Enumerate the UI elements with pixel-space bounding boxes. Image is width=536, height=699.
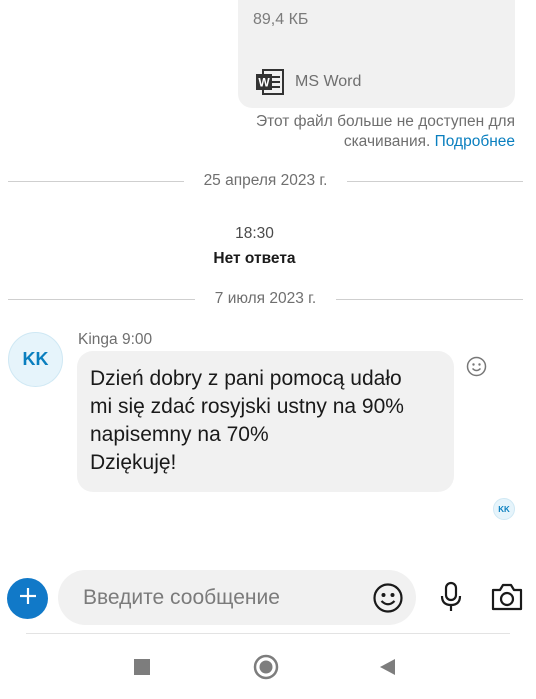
add-button[interactable] — [7, 578, 48, 619]
date-label: 7 июля 2023 г. — [214, 290, 317, 307]
separator-line — [347, 180, 524, 182]
read-receipt-avatar: KK — [493, 498, 515, 520]
separator-line — [8, 298, 195, 300]
more-info-link[interactable]: Подробнее — [435, 133, 515, 150]
sender-avatar[interactable]: KK — [8, 332, 63, 387]
plus-icon — [18, 586, 38, 611]
separator-line — [336, 298, 524, 300]
message-input-container — [58, 570, 416, 625]
emoji-reaction-icon[interactable] — [466, 356, 487, 377]
file-size: 89,4 КБ — [253, 11, 309, 28]
separator-line — [8, 180, 184, 182]
word-icon: W — [255, 68, 285, 96]
date-separator: 25 апреля 2023 г. — [8, 171, 524, 191]
file-attachment-card[interactable]: 89,4 КБ W MS Word — [238, 0, 515, 108]
call-status: Нет ответа — [213, 250, 296, 267]
emoji-icon[interactable] — [372, 582, 404, 614]
message-bubble[interactable]: Dzień dobry z pani pomocą udało mi się z… — [77, 351, 454, 492]
microphone-icon[interactable] — [437, 581, 465, 613]
message-input[interactable] — [83, 570, 363, 625]
file-type-label: MS Word — [295, 73, 362, 90]
nav-divider — [26, 633, 510, 634]
file-type-row: W MS Word — [255, 68, 361, 96]
svg-text:W: W — [258, 76, 270, 90]
date-label: 25 апреля 2023 г. — [203, 172, 328, 189]
file-unavailable-notice: Этот файл больше не доступен для скачива… — [215, 112, 515, 152]
recent-apps-icon[interactable] — [128, 654, 156, 680]
back-icon[interactable] — [373, 654, 401, 680]
camera-icon[interactable] — [490, 582, 524, 612]
date-separator: 7 июля 2023 г. — [8, 289, 524, 309]
home-icon[interactable] — [252, 654, 280, 680]
sender-name-time: Kinga 9:00 — [78, 331, 153, 348]
call-time: 18:30 — [235, 225, 274, 242]
